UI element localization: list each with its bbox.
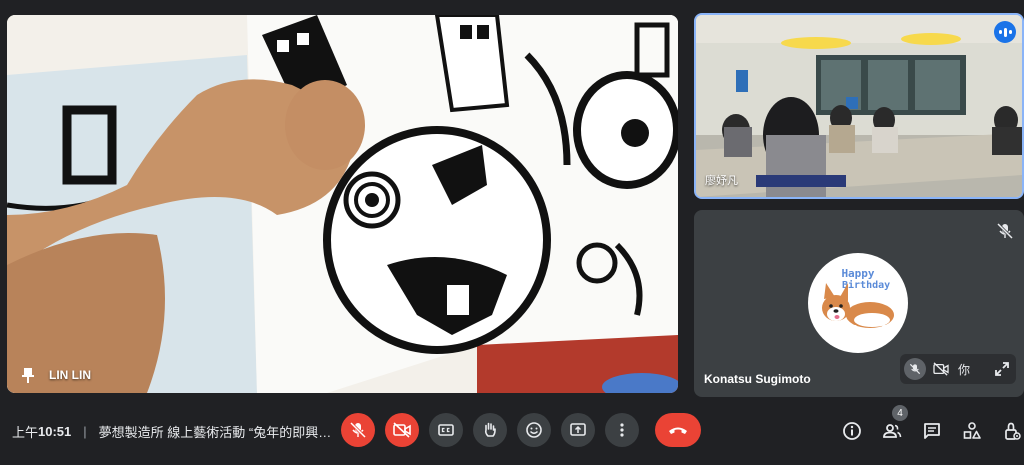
room-participant-name: 廖妤凡: [705, 175, 738, 187]
user-participant-name: Konatsu Sugimoto: [704, 372, 811, 386]
mic-off-icon: [996, 222, 1014, 240]
emoji-reactions-button[interactable]: [517, 413, 551, 447]
side-panel-controls: 4: [834, 405, 1024, 449]
raise-hand-icon: [484, 422, 496, 437]
video-stage: LIN LIN 廖妤凡 Happy Birthday Konatsu Sugim…: [0, 0, 1024, 400]
host-controls-button[interactable]: [994, 413, 1024, 449]
meeting-details-button[interactable]: [834, 413, 870, 449]
classroom-video-feed: [696, 15, 1022, 197]
chat-button[interactable]: [914, 413, 950, 449]
room-video-tile[interactable]: 廖妤凡: [694, 13, 1024, 199]
meeting-title[interactable]: 夢想製造所 線上藝術活動 “兔年的即興…: [99, 422, 335, 441]
camera-button[interactable]: [385, 413, 419, 447]
drawing-video-feed: [7, 15, 678, 393]
call-controls: [341, 413, 701, 447]
chat-icon: [924, 423, 940, 439]
mic-off-icon: [349, 421, 367, 439]
self-camera-off-button[interactable]: [930, 358, 952, 380]
main-video-tile[interactable]: LIN LIN: [7, 15, 678, 393]
activities-button[interactable]: [954, 413, 990, 449]
camera-off-icon: [393, 422, 411, 438]
captions-icon: [438, 424, 454, 436]
mic-off-icon: [909, 363, 921, 375]
more-vert-icon: [620, 423, 624, 437]
activities-icon: [963, 422, 981, 439]
participants-count-badge: 4: [892, 405, 908, 421]
raise-hand-button[interactable]: [473, 413, 507, 447]
expand-icon[interactable]: [994, 361, 1010, 377]
avatar: Happy Birthday: [808, 253, 908, 353]
more-options-button[interactable]: [605, 413, 639, 447]
microphone-button[interactable]: [341, 413, 375, 447]
camera-off-icon: [933, 362, 949, 376]
people-icon: [883, 424, 902, 438]
host-controls-icon: [1005, 422, 1021, 440]
self-view-controls: 你: [900, 354, 1016, 384]
info-icon: [843, 422, 861, 440]
meeting-time: 10:51: [38, 424, 72, 439]
leave-call-button[interactable]: [655, 413, 701, 447]
corgi-icon: [822, 283, 894, 332]
meeting-info: 上午 10:51 | 夢想製造所 線上藝術活動 “兔年的即興…: [12, 422, 335, 441]
end-call-icon: [669, 427, 687, 434]
main-participant-label: LIN LIN: [21, 367, 91, 383]
speaking-indicator-icon: [994, 21, 1016, 43]
emoji-icon: [526, 422, 542, 438]
people-button[interactable]: 4: [874, 405, 910, 449]
pin-icon[interactable]: [21, 367, 35, 383]
captions-button[interactable]: [429, 413, 463, 447]
main-participant-name: LIN LIN: [49, 368, 91, 382]
self-mic-off-button[interactable]: [904, 358, 926, 380]
control-bar: 上午 10:51 | 夢想製造所 線上藝術活動 “兔年的即興… 4: [0, 400, 1024, 465]
separator: |: [83, 424, 87, 439]
present-screen-icon: [570, 423, 586, 436]
present-now-button[interactable]: [561, 413, 595, 447]
time-prefix: 上午: [12, 425, 39, 440]
self-label: 你: [958, 362, 971, 377]
user-video-tile[interactable]: Happy Birthday Konatsu Sugimoto 你: [694, 210, 1024, 397]
